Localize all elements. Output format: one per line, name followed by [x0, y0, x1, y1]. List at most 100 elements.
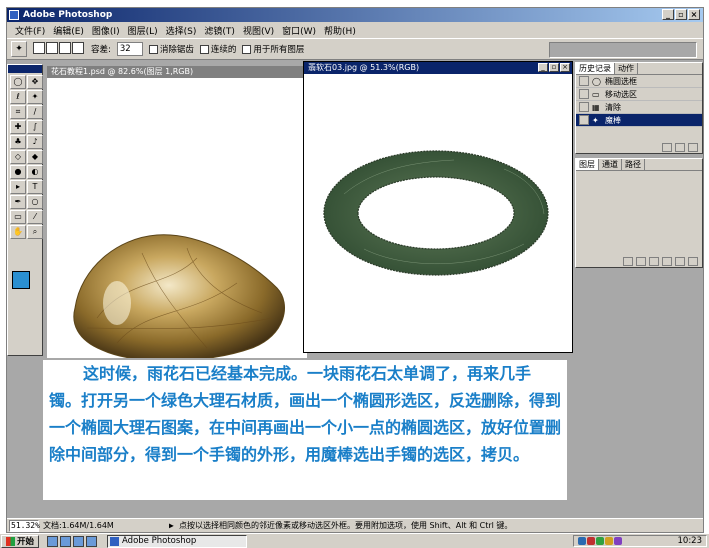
menu-view[interactable]: 视图(V): [239, 24, 278, 37]
slice-tool-icon[interactable]: ∕: [27, 105, 43, 119]
status-menu-arrow-icon[interactable]: ▶: [169, 521, 179, 530]
history-snapshot-checkbox[interactable]: [579, 115, 589, 125]
pen-tool-icon[interactable]: ✒: [10, 195, 26, 209]
history-item-ellipse[interactable]: ◯ 椭圆选框: [576, 75, 702, 88]
blur-tool-icon[interactable]: ●: [10, 165, 26, 179]
hand-tool-icon[interactable]: ✋: [10, 225, 26, 239]
tool-hint: 点按以选择相同颜色的邻近像素或移动选区外框。要用附加选项，使用 Shift、Al…: [179, 521, 513, 530]
stroke-path-icon[interactable]: [636, 256, 646, 266]
start-button[interactable]: 开始: [1, 534, 40, 548]
lasso-tool-icon[interactable]: ℓ: [10, 90, 26, 104]
path-select-icon[interactable]: ▸: [10, 180, 26, 194]
brush-tool-icon[interactable]: ∫: [27, 120, 43, 134]
tutorial-text-block: 这时候，雨花石已经基本完成。一块雨花石太单调了，再来几手镯。打开另一个绿色大理石…: [43, 360, 567, 500]
tab-history[interactable]: 历史记录: [576, 63, 615, 74]
tab-channels[interactable]: 通道: [599, 159, 622, 170]
volume-icon[interactable]: [578, 537, 586, 545]
tolerance-label: 容差:: [91, 45, 111, 55]
notes-tool-icon[interactable]: ▭: [10, 210, 26, 224]
fill-path-icon[interactable]: [623, 256, 633, 266]
type-tool-icon[interactable]: T: [27, 180, 43, 194]
toolbox: ◯ ✥ ℓ ✦ ⌗ ∕ ✚ ∫ ♣ ♪ ◇ ◆ ● ◐ ▸ T ✒ ○ ▭ ⁄ …: [7, 64, 43, 356]
move-tool-icon[interactable]: ✥: [27, 75, 43, 89]
contiguous-label: 连续的: [210, 45, 237, 55]
subtract-selection-button[interactable]: [59, 41, 71, 54]
history-snapshot-checkbox[interactable]: [579, 89, 589, 99]
history-item-magic-wand[interactable]: ✦ 魔棒: [576, 114, 702, 127]
new-document-icon[interactable]: [662, 142, 672, 152]
history-item-move[interactable]: ▭ 移动选区: [576, 88, 702, 101]
fill-tool-icon[interactable]: ◆: [27, 150, 43, 164]
history-item-label: 椭圆选框: [605, 76, 637, 86]
trash-icon[interactable]: [688, 142, 698, 152]
menu-file[interactable]: 文件(F): [11, 24, 49, 37]
eyedropper-tool-icon[interactable]: ⁄: [27, 210, 43, 224]
ime-icon[interactable]: [605, 537, 613, 545]
dodge-tool-icon[interactable]: ◐: [27, 165, 43, 179]
add-selection-button[interactable]: [46, 41, 58, 54]
restore-button[interactable]: ▫: [675, 9, 687, 20]
history-item-clear[interactable]: ▦ 清除: [576, 101, 702, 114]
history-item-label: 魔棒: [605, 115, 621, 125]
zoom-field[interactable]: 51.32%: [9, 519, 40, 532]
menu-help[interactable]: 帮助(H): [320, 24, 360, 37]
network-icon[interactable]: [596, 537, 604, 545]
tray-app-icon[interactable]: [614, 537, 622, 545]
all-layers-option[interactable]: 用于所有图层: [242, 43, 304, 55]
menu-filter[interactable]: 滤镜(T): [200, 24, 239, 37]
document-window-marble[interactable]: 翡软石03.jpg @ 51.3%(RGB) _ ▫ ×: [303, 61, 573, 353]
photoshop-window: Adobe Photoshop _ ▫ × 文件(F) 编辑(E) 图像(I) …: [6, 7, 704, 533]
zoom-tool-icon[interactable]: ⌕: [27, 225, 43, 239]
new-selection-button[interactable]: [33, 41, 45, 54]
menu-select[interactable]: 选择(S): [162, 24, 201, 37]
close-button[interactable]: ×: [688, 9, 700, 20]
tab-paths[interactable]: 路径: [622, 159, 645, 170]
eraser-tool-icon[interactable]: ◇: [10, 150, 26, 164]
all-layers-checkbox[interactable]: [242, 45, 252, 54]
window-controls: _ ▫ ×: [662, 9, 700, 20]
document-window-stone[interactable]: 花石教程1.psd @ 82.6%(图层 1,RGB): [47, 66, 307, 362]
antialias-option[interactable]: 消除锯齿: [148, 43, 194, 55]
foreground-color-swatch[interactable]: [12, 271, 30, 289]
taskbar-app-photoshop[interactable]: Adobe Photoshop: [107, 534, 248, 548]
doc2-close-button[interactable]: ×: [560, 63, 570, 72]
healing-tool-icon[interactable]: ✚: [10, 120, 26, 134]
menu-window[interactable]: 窗口(W): [278, 24, 320, 37]
history-snapshot-checkbox[interactable]: [579, 76, 589, 86]
minimize-button[interactable]: _: [662, 9, 674, 20]
history-snapshot-checkbox[interactable]: [579, 102, 589, 112]
options-bar: ✦ 容差: 32 消除锯齿 连续的 用于所有图层: [7, 38, 703, 60]
layers-panel-footer: [576, 255, 702, 267]
menu-image[interactable]: 图像(I): [88, 24, 124, 37]
new-path-icon[interactable]: [675, 256, 685, 266]
menu-edit[interactable]: 编辑(E): [49, 24, 88, 37]
magic-wand-preset-icon[interactable]: ✦: [11, 41, 27, 57]
magic-wand-tool-icon[interactable]: ✦: [27, 90, 43, 104]
desktop-icon[interactable]: [73, 535, 85, 547]
contiguous-checkbox[interactable]: [199, 45, 209, 54]
all-layers-label: 用于所有图层: [253, 45, 305, 55]
outlook-icon[interactable]: [60, 535, 72, 547]
load-selection-icon[interactable]: [649, 256, 659, 266]
channel-icon[interactable]: [86, 535, 98, 547]
stone-highlight: [103, 281, 131, 325]
tab-actions[interactable]: 动作: [615, 63, 638, 74]
menu-layer[interactable]: 图层(L): [124, 24, 162, 37]
antivirus-icon[interactable]: [587, 537, 595, 545]
ie-icon[interactable]: [47, 535, 59, 547]
new-snapshot-icon[interactable]: [675, 142, 685, 152]
shape-tool-icon[interactable]: ○: [27, 195, 43, 209]
stamp-tool-icon[interactable]: ♣: [10, 135, 26, 149]
trash-icon[interactable]: [688, 256, 698, 266]
crop-tool-icon[interactable]: ⌗: [10, 105, 26, 119]
doc2-minimize-button[interactable]: _: [538, 63, 548, 72]
intersect-selection-button[interactable]: [72, 41, 84, 54]
doc2-restore-button[interactable]: ▫: [549, 63, 559, 72]
marquee-tool-icon[interactable]: ◯: [10, 75, 26, 89]
antialias-checkbox[interactable]: [148, 45, 158, 54]
tolerance-input[interactable]: 32: [116, 42, 143, 56]
history-brush-icon[interactable]: ♪: [27, 135, 43, 149]
contiguous-option[interactable]: 连续的: [199, 43, 237, 55]
tab-layers[interactable]: 图层: [576, 159, 599, 170]
make-path-icon[interactable]: [662, 256, 672, 266]
